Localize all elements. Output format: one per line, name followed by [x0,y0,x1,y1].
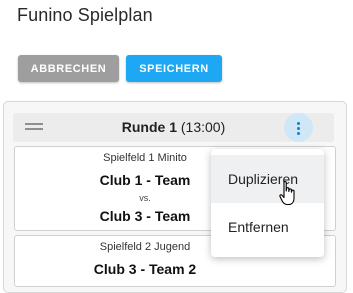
round-menu-button[interactable] [284,113,313,142]
menu-item-duplicate[interactable]: Duplizieren [211,155,324,203]
more-vertical-icon [297,121,300,135]
menu-item-remove[interactable]: Entfernen [211,203,324,251]
home-team: Club 3 - Team 2 [93,261,197,277]
hand-cursor-icon [279,180,295,206]
round-time: (13:00) [180,119,226,135]
page-title: Funino Spielplan [17,5,153,25]
cancel-button[interactable]: ABBRECHEN [18,55,119,82]
round-name: Runde 1 [121,119,177,135]
context-menu: Duplizieren Entfernen [211,149,324,257]
save-button[interactable]: SPEICHERN [126,55,222,82]
